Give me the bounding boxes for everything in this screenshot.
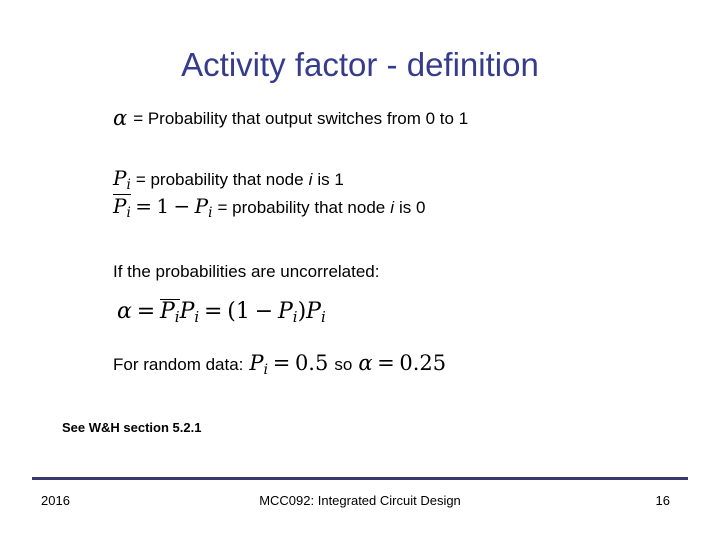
- footer-divider: [32, 477, 688, 480]
- uncorrelated-condition-line: If the probabilities are uncorrelated:: [113, 262, 380, 282]
- equals-sign-2: =: [136, 299, 156, 324]
- alpha-value-quarter: 0.25: [399, 351, 447, 375]
- p-glyph-eq-3: P: [306, 299, 321, 324]
- minus-sign-eq: −: [254, 299, 274, 324]
- p-bar-i-equation: Pi = 1− Pi: [113, 194, 212, 221]
- probability-definitions: Pi = probability that node i is 1 Pi = 1− Pi = …: [113, 167, 426, 221]
- p-bar-overline: Pi: [113, 194, 131, 220]
- equals-sign-3: =: [204, 299, 223, 324]
- equals-sign-1: =: [135, 194, 152, 218]
- p-i-symbol: Pi: [113, 166, 131, 193]
- p-glyph-eq-1: P: [179, 299, 195, 324]
- node-index-italic-2: i: [390, 198, 395, 217]
- p-i-definition-tail: is 1: [317, 170, 344, 189]
- p-bar-definition-text: = probability that node: [217, 198, 386, 217]
- random-data-alpha-equation: α = 0.25: [352, 351, 446, 375]
- slide: Activity factor - definition α = Probabil…: [0, 0, 720, 540]
- page-title: Activity factor - definition: [181, 46, 539, 83]
- p-value-half: 0.5: [294, 351, 329, 375]
- p-bar-overline-eq: Pi: [159, 299, 180, 325]
- open-paren: (: [227, 299, 236, 324]
- footer-course-title: MCC092: Integrated Circuit Design: [259, 493, 461, 508]
- activity-factor-equation: α = PiPi = (1− Pi)Pi: [117, 298, 326, 326]
- so-connector: so: [334, 355, 353, 374]
- equals-sign-rand-1: =: [272, 351, 291, 375]
- footer-page-number: 16: [655, 493, 670, 508]
- p-symbol-glyph: P: [113, 166, 127, 190]
- close-paren: ): [297, 299, 307, 324]
- one-literal: 1: [156, 194, 170, 218]
- slide-footer: 2016 MCC092: Integrated Circuit Design 1…: [32, 493, 688, 513]
- probability-node-one-line: Pi = probability that node i is 1: [113, 167, 426, 194]
- random-data-p-equation: Pi = 0.5: [243, 351, 329, 378]
- random-data-label: For random data:: [113, 355, 244, 374]
- random-data-line: For random data: Pi = 0.5 so α = 0.25: [113, 351, 446, 378]
- probability-node-zero-line: Pi = 1− Pi = probability that node i is 0: [113, 194, 426, 221]
- reference-note: See W&H section 5.2.1: [62, 420, 202, 435]
- alpha-symbol-rand: α: [358, 351, 373, 375]
- alpha-symbol: α: [113, 106, 128, 130]
- p-bar-definition-tail: is 0: [399, 198, 426, 217]
- p-bar-glyph-eq: P: [159, 299, 175, 324]
- p-i-definition-text: = probability that node: [135, 170, 304, 189]
- uncorrelated-condition-text: If the probabilities are uncorrelated:: [113, 262, 380, 281]
- minus-sign: −: [173, 194, 191, 218]
- alpha-symbol-eq: α: [117, 299, 132, 324]
- p-bar-symbol-glyph: P: [113, 194, 127, 218]
- p-sub-eq-3: i: [320, 308, 326, 327]
- one-literal-eq: 1: [235, 299, 250, 324]
- alpha-definition-text: = Probability that output switches from …: [133, 109, 469, 128]
- activity-factor-definition-line: α = Probability that output switches from…: [113, 106, 468, 130]
- p-glyph-rand: P: [249, 351, 264, 375]
- p-symbol-glyph-2: P: [194, 194, 209, 218]
- equals-sign-rand-2: =: [377, 351, 395, 375]
- activity-factor-formula: α = PiPi = (1− Pi)Pi: [117, 299, 326, 327]
- p-glyph-eq-2: P: [277, 299, 293, 324]
